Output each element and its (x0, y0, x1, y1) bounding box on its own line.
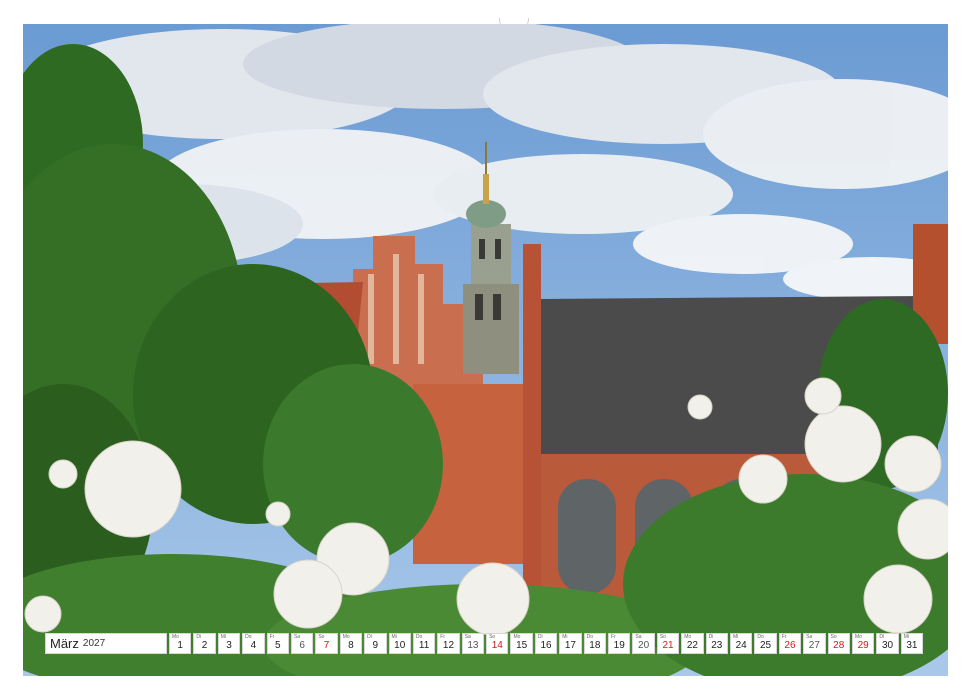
day-cell: Di 23 (705, 632, 728, 654)
day-number: 18 (589, 639, 601, 651)
day-cell: Fr 12 (437, 632, 460, 654)
day-cell: So 21 (656, 632, 680, 654)
day-cell: Mo 8 (339, 632, 363, 654)
day-cell: Di 9 (364, 632, 387, 654)
day-number: 10 (394, 639, 406, 651)
day-number: 20 (638, 639, 650, 651)
day-number: 17 (564, 639, 576, 651)
day-number: 4 (250, 639, 257, 651)
day-cell: Do 25 (754, 632, 777, 654)
day-cell: Do 4 (242, 632, 265, 654)
day-cell: Mi 17 (559, 632, 582, 654)
day-number: 28 (833, 639, 845, 651)
calendar-photo (23, 24, 948, 676)
day-cell: Mo 29 (851, 632, 875, 654)
day-cell: Sa 13 (461, 632, 485, 654)
day-cell: Mo 15 (510, 632, 533, 654)
day-number: 27 (808, 639, 820, 651)
month-name: März (50, 635, 79, 651)
day-number: 21 (662, 639, 674, 651)
calendar-strip: März 2027 Mo 1 Di 2 Mi 3 Do 4 Fr 5 Sa 6 So 7 Mo 8 Di 9 Mi 1… (45, 632, 925, 654)
day-cell: Do 18 (583, 632, 607, 654)
day-number: 12 (442, 639, 455, 651)
chimney (523, 244, 541, 594)
day-number: 1 (177, 639, 183, 651)
day-cell: Mo 1 (169, 632, 192, 654)
day-number: 22 (686, 639, 698, 651)
day-cell: Mi 3 (217, 632, 241, 654)
day-cell: Mi 24 (729, 632, 753, 654)
year-label: 2027 (82, 637, 106, 649)
day-number: 8 (348, 639, 354, 651)
month-label-box: März 2027 (45, 632, 167, 654)
day-number: 25 (760, 639, 772, 651)
day-number: 13 (467, 639, 479, 651)
day-cell: Mi 31 (900, 632, 924, 654)
day-cell: Fr 26 (778, 632, 802, 654)
day-number: 29 (857, 639, 869, 651)
day-cell: Sa 6 (290, 632, 314, 654)
day-cell: Mo 22 (681, 632, 704, 654)
day-cell: Di 16 (534, 632, 558, 654)
day-cell: Sa 27 (803, 632, 826, 654)
day-number: 30 (881, 639, 894, 651)
day-number: 23 (711, 639, 723, 651)
day-number: 6 (299, 639, 305, 651)
photo-illustration (23, 24, 948, 676)
day-number: 11 (418, 639, 430, 651)
day-number: 7 (323, 639, 330, 651)
day-number: 26 (784, 639, 796, 651)
day-cell: Fr 5 (266, 632, 289, 654)
day-cell: Di 30 (876, 632, 899, 654)
day-number: 5 (274, 639, 281, 651)
day-cell: Di 2 (193, 632, 216, 654)
day-number: 19 (613, 639, 625, 651)
day-number: 2 (201, 639, 208, 651)
day-number: 31 (906, 639, 918, 651)
day-number: 9 (372, 639, 379, 651)
day-number: 3 (226, 639, 232, 651)
day-number: 14 (491, 639, 503, 651)
day-cell: So 28 (827, 632, 850, 654)
day-cell: Do 11 (412, 632, 436, 654)
day-cells: Mo 1 Di 2 Mi 3 Do 4 Fr 5 Sa 6 So 7 Mo 8 Di 9 Mi 10 Do 11 Fr 12 S… (169, 632, 925, 654)
day-number: 16 (540, 639, 552, 651)
day-cell: So 14 (486, 632, 509, 654)
day-cell: Sa 20 (632, 632, 655, 654)
day-number: 24 (735, 639, 747, 651)
day-number: 15 (516, 639, 528, 651)
day-cell: Mi 10 (388, 632, 411, 654)
day-cell: Fr 19 (608, 632, 631, 654)
day-cell: So 7 (315, 632, 338, 654)
